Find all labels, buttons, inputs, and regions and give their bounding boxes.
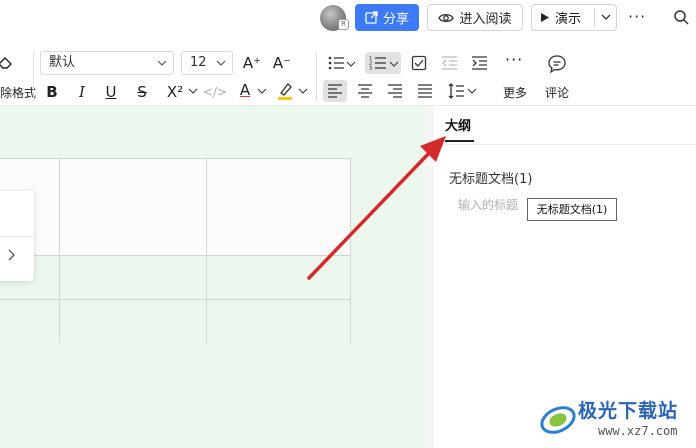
line-spacing-icon[interactable] — [447, 82, 465, 100]
font-size-value: 12 — [190, 55, 207, 70]
outline-item-doc-title[interactable]: 无标题文档(1) — [449, 168, 532, 187]
table-body-cells[interactable] — [0, 256, 350, 344]
more-tools-label: 更多 — [503, 86, 528, 100]
font-size-select[interactable]: 12 — [181, 51, 233, 75]
comment-icon — [548, 55, 566, 74]
numbered-list-button[interactable]: 1 2 3 — [365, 52, 401, 74]
toolbar-divider — [316, 52, 317, 102]
chevron-down-icon[interactable] — [346, 60, 356, 68]
comment-button[interactable]: 评论 — [543, 50, 573, 100]
chevron-down-icon[interactable] — [257, 87, 267, 95]
panel-divider[interactable] — [424, 106, 434, 448]
enter-read-mode-button[interactable]: 进入阅读 — [427, 4, 523, 31]
present-divider — [594, 8, 595, 27]
clear-format-label[interactable]: 除格式 — [0, 84, 36, 101]
increase-font-size-button[interactable]: A⁺ — [240, 52, 264, 74]
format-toolbar: 除格式 默认 12 A⁺ A⁻ B I U S X² </> A 1 2 3 ·… — [0, 44, 696, 106]
more-options-icon[interactable]: ··· — [628, 7, 646, 26]
chevron-right-icon[interactable] — [6, 248, 16, 262]
menu-divider — [0, 236, 34, 237]
table-row-divider — [0, 299, 350, 300]
outdent-icon[interactable] — [441, 55, 458, 71]
bold-button[interactable]: B — [41, 81, 63, 103]
align-center-icon[interactable] — [357, 84, 373, 98]
more-dots-icon: ··· — [505, 50, 524, 69]
eraser-icon[interactable] — [0, 54, 14, 72]
chevron-down-icon — [389, 61, 399, 67]
underline-button[interactable]: U — [100, 81, 122, 103]
strikethrough-button[interactable]: S — [131, 81, 153, 103]
numbered-list-icon: 1 2 3 — [369, 56, 386, 71]
chevron-down-icon[interactable] — [467, 87, 477, 95]
outline-placeholder-hint: 输入的标题 — [458, 198, 519, 212]
chevron-down-icon — [216, 60, 226, 66]
table-column-divider — [59, 159, 60, 343]
share-button[interactable]: 分享 — [355, 4, 419, 31]
editor-canvas[interactable] — [0, 106, 424, 448]
top-bar: R 分享 进入阅读 演示 ··· — [0, 0, 696, 36]
highlighter-icon[interactable] — [276, 81, 294, 101]
toolbar-divider — [33, 52, 34, 102]
site-watermark: 极光下载站 www.xz7.com — [538, 394, 696, 448]
document-table[interactable] — [0, 158, 351, 344]
comment-label: 评论 — [545, 86, 570, 100]
font-color-button[interactable]: A — [234, 79, 256, 101]
indent-icon[interactable] — [471, 55, 488, 71]
avatar-badge-icon: R — [338, 19, 349, 30]
table-row-divider — [0, 255, 350, 256]
svg-text:3: 3 — [369, 66, 372, 71]
align-left-button[interactable] — [323, 80, 347, 102]
share-label: 分享 — [382, 12, 409, 27]
more-tools-button[interactable]: ··· 更多 — [498, 50, 532, 100]
superscript-button[interactable]: X² — [162, 81, 188, 103]
present-button[interactable]: 演示 — [531, 4, 617, 31]
font-family-select[interactable]: 默认 — [40, 51, 174, 75]
bullet-list-icon[interactable] — [327, 55, 345, 71]
chevron-down-icon[interactable] — [298, 87, 308, 95]
align-right-icon[interactable] — [387, 84, 403, 98]
table-column-divider — [206, 159, 207, 343]
font-family-value: 默认 — [49, 55, 76, 70]
share-icon — [365, 11, 378, 24]
chevron-down-icon — [157, 60, 167, 66]
align-left-icon — [328, 84, 342, 98]
table-context-menu[interactable] — [0, 191, 34, 281]
code-button[interactable]: </> — [202, 81, 228, 103]
tooltip: 无标题文档(1) — [527, 198, 617, 221]
chevron-down-icon[interactable] — [188, 87, 198, 95]
present-label: 演示 — [555, 12, 582, 27]
chevron-down-icon[interactable] — [600, 7, 612, 27]
watermark-site-name: 极光下载站 — [578, 400, 679, 422]
read-mode-label: 进入阅读 — [459, 12, 512, 27]
tab-outline[interactable]: 大纲 — [445, 115, 471, 134]
active-tab-indicator — [445, 140, 474, 142]
checkbox-icon[interactable] — [411, 55, 427, 71]
outline-header-divider — [434, 144, 696, 145]
play-icon — [541, 13, 549, 22]
decrease-font-size-button[interactable]: A⁻ — [270, 52, 294, 74]
align-justify-icon[interactable] — [417, 84, 433, 98]
eye-icon — [438, 13, 455, 22]
italic-button[interactable]: I — [71, 81, 93, 103]
watermark-logo-icon — [540, 406, 576, 434]
search-icon[interactable] — [673, 9, 689, 25]
watermark-url: www.xz7.com — [598, 424, 678, 438]
